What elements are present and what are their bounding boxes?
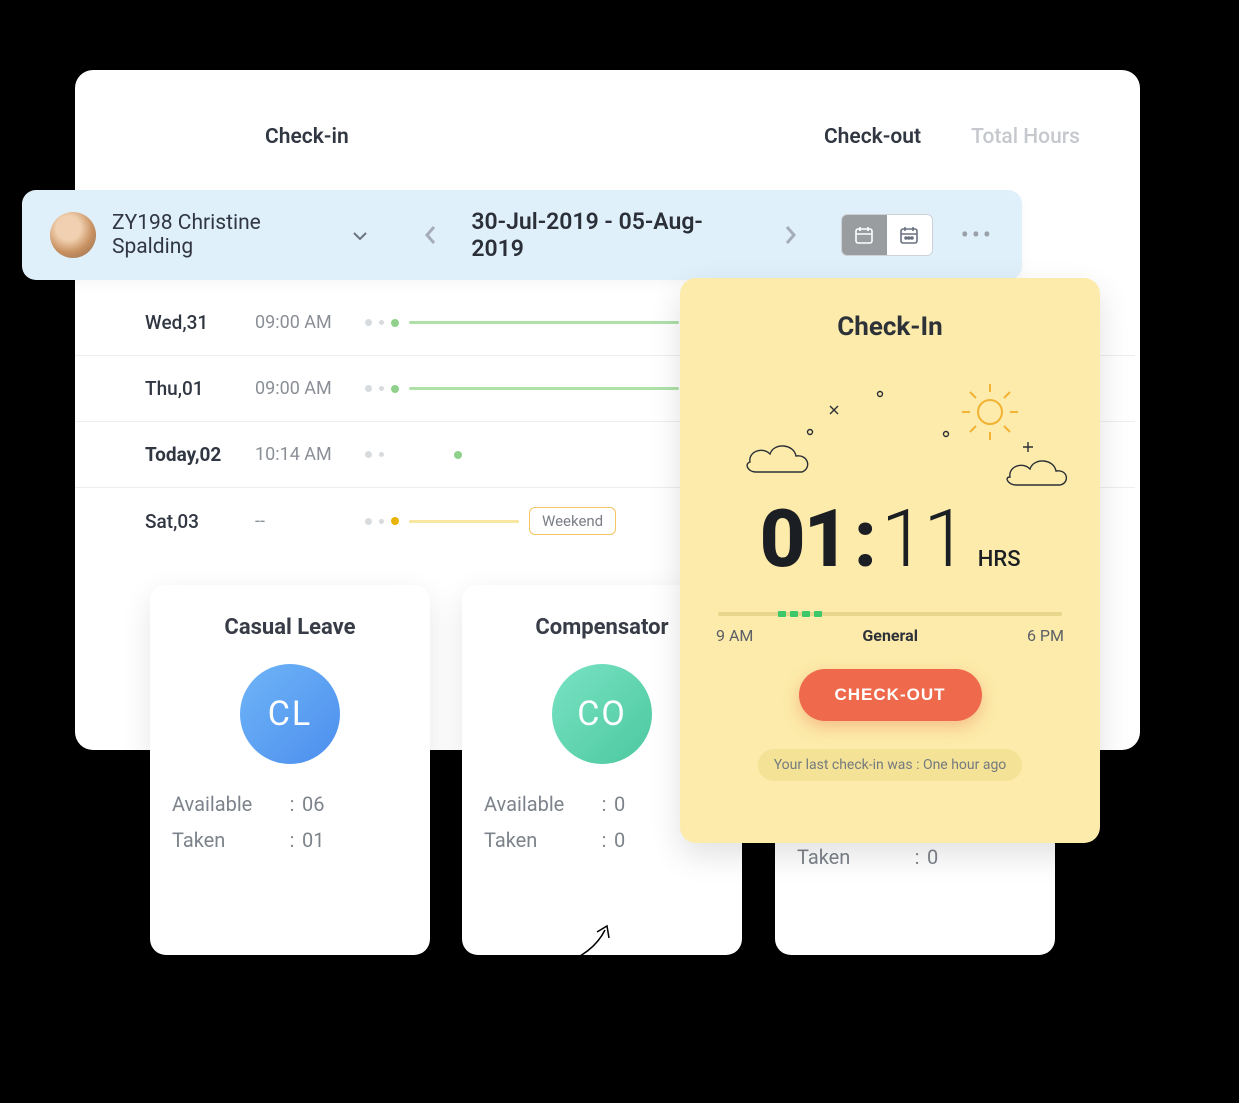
leave-badge-icon: CL [240, 664, 340, 764]
shift-end-label: 6 PM [1027, 626, 1064, 645]
checkin-panel: Check-In 01 : 11 HRS 9 AM [680, 278, 1100, 843]
arrow-curve-decor [555, 920, 615, 974]
user-name-dropdown[interactable]: ZY198 Christine Spalding [112, 211, 342, 259]
day-time: 10:14 AM [255, 444, 365, 465]
leave-available-row: Available : 06 [172, 792, 408, 816]
more-menu-icon[interactable]: ••• [961, 221, 994, 249]
timeline-dots [365, 517, 399, 525]
header-total-label: Total Hours [971, 125, 1080, 149]
shift-progress-fill [778, 611, 822, 617]
day-view-button[interactable] [842, 215, 887, 255]
timeline-dots [365, 451, 384, 458]
shift-labels: 9 AM General 6 PM [716, 626, 1064, 645]
user-date-bar: ZY198 Christine Spalding 30-Jul-2019 - 0… [22, 190, 1022, 280]
timeline-dots [365, 385, 399, 393]
view-toggle [841, 214, 933, 256]
chevron-down-icon[interactable] [352, 226, 368, 245]
day-label: Sat,03 [145, 510, 255, 533]
last-checkin-message: Your last check-in was : One hour ago [758, 749, 1023, 781]
leave-title: Casual Leave [172, 615, 408, 640]
shift-name-label: General [862, 626, 918, 645]
leave-card-casual[interactable]: Casual Leave CL Available : 06 Taken : 0… [150, 585, 430, 955]
leave-taken-row: Taken : 0 [797, 845, 1033, 869]
header-row: Check-in Check-out Total Hours [75, 70, 1140, 149]
day-time: 09:00 AM [255, 312, 365, 333]
day-time: -- [255, 511, 365, 532]
header-checkin-label: Check-in [265, 125, 349, 149]
week-view-button[interactable] [887, 215, 932, 255]
timeline-dots [365, 319, 399, 327]
weather-decor [708, 382, 1072, 482]
weekend-badge: Weekend [529, 507, 616, 535]
checkin-hours: 01 [759, 492, 847, 586]
date-range-label: 30-Jul-2019 - 05-Aug-2019 [471, 208, 749, 262]
hrs-label: HRS [978, 547, 1021, 572]
day-time: 09:00 AM [255, 378, 365, 399]
timeline-bar [409, 321, 679, 324]
leave-badge-icon: CO [552, 664, 652, 764]
shift-start-label: 9 AM [716, 626, 753, 645]
header-checkout-label: Check-out [824, 125, 921, 149]
checkin-time-row: 01 : 11 HRS [708, 492, 1072, 586]
leave-taken-row: Taken : 01 [172, 828, 408, 852]
checkout-button[interactable]: CHECK-OUT [799, 669, 982, 721]
prev-week-button[interactable] [408, 213, 451, 257]
day-label: Wed,31 [145, 311, 255, 334]
checkin-title: Check-In [708, 312, 1072, 342]
shift-progress-track [718, 612, 1062, 616]
timeline-bar [409, 387, 679, 390]
timeline-marker [454, 451, 462, 459]
avatar[interactable] [50, 212, 96, 258]
day-label: Thu,01 [145, 377, 255, 400]
timeline-bar [409, 520, 519, 523]
checkin-minutes: 11 [881, 492, 966, 586]
next-week-button[interactable] [770, 213, 813, 257]
day-label: Today,02 [145, 443, 255, 466]
